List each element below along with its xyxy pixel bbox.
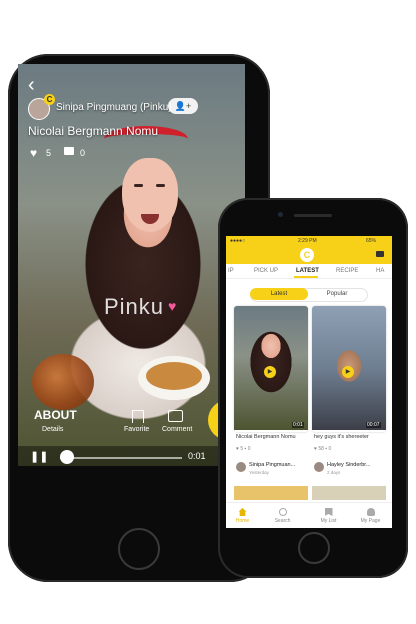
toggle-popular-button[interactable]: Popular [308,288,366,300]
active-tab-indicator [294,276,318,278]
avatar[interactable] [236,462,246,472]
progress-track[interactable] [60,457,182,459]
app-feed-screen: ●●●●○ 2:29 PM 65% C IP PICK UP LATEST RE… [226,236,392,528]
video-card[interactable]: ▶ 00:07 [312,306,386,432]
chevron-left-icon[interactable]: ‹ [28,74,35,97]
comment-icon[interactable] [168,410,183,422]
c-badge-icon: C [44,94,55,105]
camera-icon [278,212,283,217]
follow-button[interactable]: 👤+ [168,98,198,114]
comment-label: Comment [162,426,193,433]
battery-level: 65% [366,238,377,244]
tab-partial-right[interactable]: HA [376,268,384,274]
tab-partial-left[interactable]: IP [228,268,234,274]
tea-image [146,362,202,390]
tab-recipe[interactable]: RECIPE [336,268,358,274]
card-like-count: 58 [318,446,324,452]
favorite-label: Favorite [124,426,150,433]
card-title[interactable]: hey guys it's shereeter [314,434,369,440]
status-bar: ●●●●○ 2:29 PM 65% [226,236,392,246]
card-username[interactable]: Hayley Sinderbr... [327,462,370,468]
video-subject-eye [134,184,143,187]
bookmark-icon[interactable] [132,410,144,423]
video-title: Nicolai Bergmann Nomu [28,124,159,138]
comment-icon[interactable] [64,147,74,155]
tab-latest[interactable]: LATEST [296,268,319,274]
card-stats: ♥ 58 ▪ 0 [314,446,332,452]
card-stats: ♥ 5 ▪ 0 [236,446,251,452]
home-icon [238,508,247,516]
tabbar-label: My List [320,518,337,524]
tab-pick-up[interactable]: PICK UP [254,268,278,274]
tabbar-label: Home [235,518,250,524]
home-button[interactable] [118,528,160,570]
teapot-image [32,354,94,410]
bookmark-icon [324,508,333,516]
next-card-preview[interactable] [312,486,386,500]
details-label: Details [42,426,64,433]
heart-icon[interactable]: ♥ [30,146,37,160]
tabbar-my-list[interactable]: My List [312,503,345,524]
username-label[interactable]: Sinipa Pingmuang (Pinku) [56,102,172,113]
video-camera-icon[interactable] [376,251,384,257]
next-card-preview[interactable] [234,486,308,500]
video-duration: 00:07 [366,422,381,428]
progress-thumb[interactable] [60,450,74,464]
playback-bar [18,446,245,466]
follow-label: + [185,101,192,111]
card-like-count: 5 [240,446,244,452]
card-comment-count: 0 [247,446,251,452]
user-icon: 👤 [174,101,186,111]
card-title[interactable]: Nicolai Bergmann Nomu [236,434,296,440]
bottom-tab-bar: Home Search My List My Page [226,502,392,528]
watermark-text: Pinku [104,294,165,319]
tabbar-search[interactable]: Search [266,503,299,524]
tabbar-label: My Page [360,518,381,524]
elapsed-time: 0:01 [188,451,206,461]
toggle-latest-button[interactable]: Latest [250,288,308,300]
search-icon [278,508,287,516]
play-icon[interactable]: ▶ [342,366,354,378]
about-button[interactable]: ABOUT [34,408,77,422]
heart-icon: ♥ [168,298,177,314]
video-subject-eye [156,184,165,187]
video-player[interactable]: ‹ C Sinipa Pingmuang (Pinku) 👤+ Nicolai … [18,64,245,466]
carrier-signal: ●●●●○ [230,238,246,244]
comment-count: 0 [80,148,86,158]
play-icon[interactable]: ▶ [264,366,276,378]
tabbar-home[interactable]: Home [226,503,259,524]
video-duration: 0:01 [292,422,304,428]
tabbar-label: Search [274,518,291,524]
status-time: 2:29 PM [298,238,317,244]
like-count: 5 [46,148,52,158]
app-logo-icon[interactable]: C [300,248,314,262]
video-card[interactable]: ▶ 0:01 [234,306,308,432]
card-username[interactable]: Sinipa Pingmuan... [249,462,295,468]
home-button[interactable] [298,532,330,564]
pause-icon[interactable]: ❚❚ [30,450,48,463]
card-date: 2 days [327,470,341,475]
tabbar-my-page[interactable]: My Page [354,503,387,524]
card-date: Yesterday [249,470,269,475]
speaker-icon [294,214,332,217]
card-comment-count: 0 [328,446,332,452]
avatar[interactable] [314,462,324,472]
user-icon [366,508,375,516]
